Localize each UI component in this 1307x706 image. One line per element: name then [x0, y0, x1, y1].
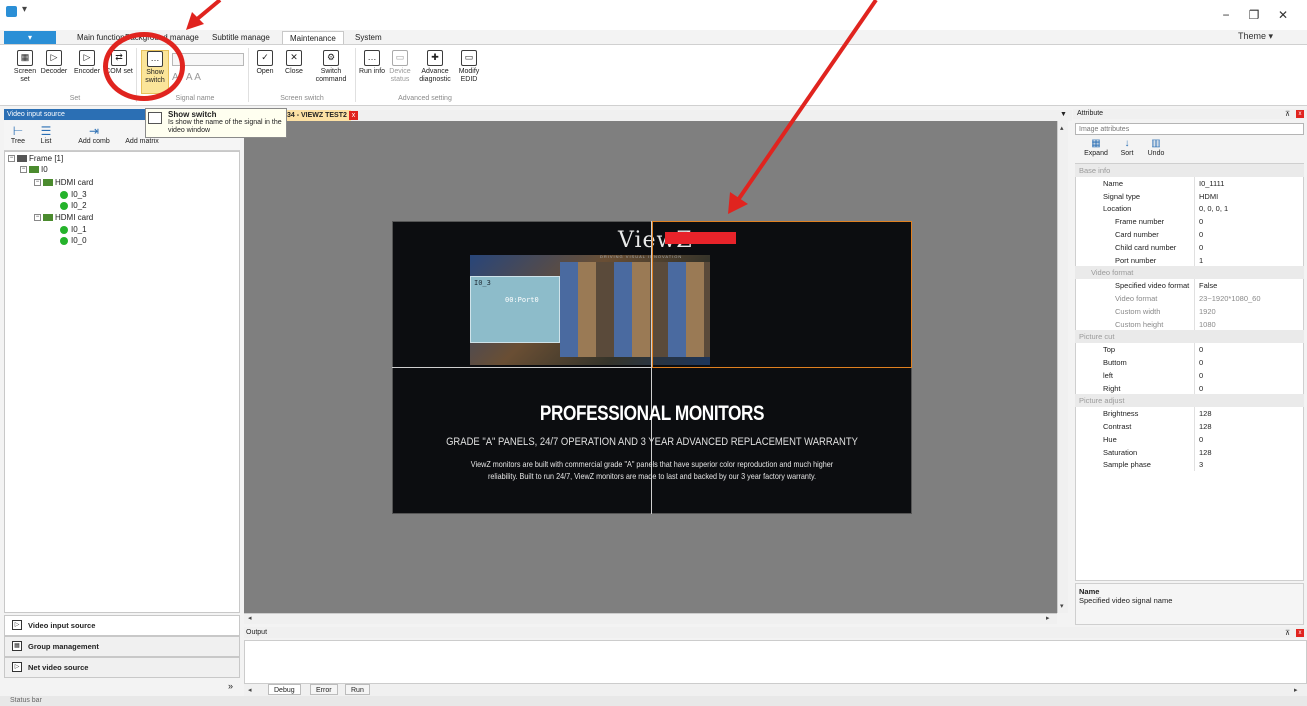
- annotation-arrows: [186, 0, 878, 214]
- arrowhead-video: [728, 192, 748, 214]
- arrow-to-show-switch: [194, 0, 222, 22]
- arrow-to-video: [736, 0, 878, 202]
